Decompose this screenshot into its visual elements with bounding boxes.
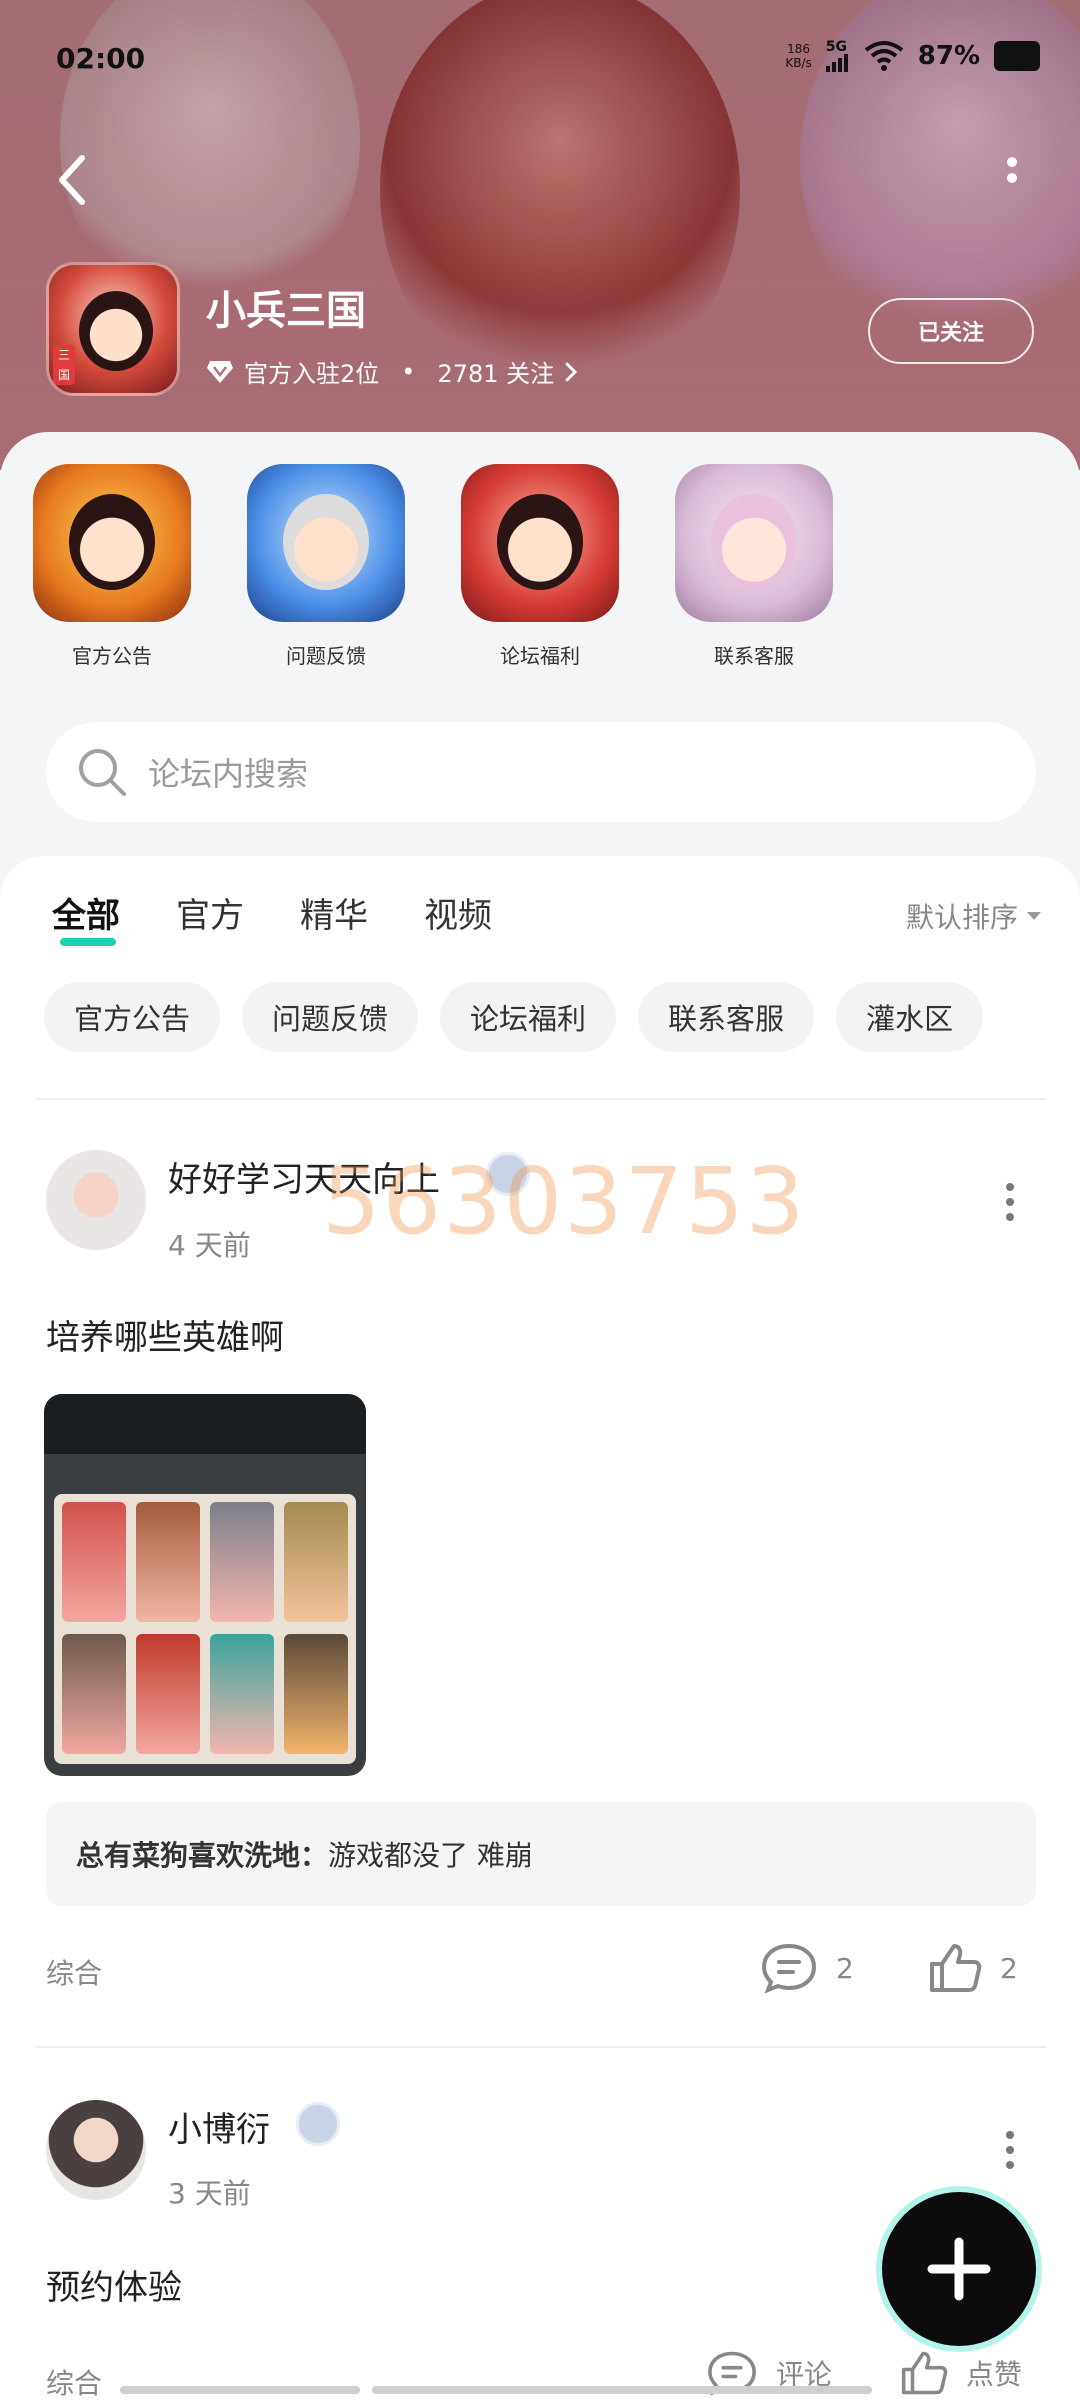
diamond-icon bbox=[207, 360, 233, 383]
post-image[interactable] bbox=[44, 1394, 366, 1776]
post-image-topbar bbox=[44, 1394, 366, 1454]
tab-official[interactable]: 官方 bbox=[176, 888, 244, 937]
post-image-grid bbox=[54, 1494, 356, 1764]
battery-percent: 87% bbox=[917, 41, 980, 71]
shortcut-announcements-image bbox=[33, 464, 191, 622]
post-username[interactable]: 小博衍 bbox=[168, 2102, 270, 2151]
more-vertical-icon bbox=[1006, 2131, 1014, 2169]
tab-label: 精华 bbox=[300, 896, 368, 936]
game-icon-face bbox=[79, 291, 153, 371]
create-post-button[interactable] bbox=[882, 2192, 1036, 2346]
caret-down-icon bbox=[1027, 912, 1041, 920]
forum-header: 02:00 186 KB/s 5G 87% 三国 小兵三国 官方入驻2位 • 2… bbox=[0, 0, 1080, 470]
post-more-button[interactable] bbox=[1004, 2130, 1016, 2170]
shortcut-row: 官方公告 问题反馈 论坛福利 联系客服 bbox=[0, 464, 1080, 684]
post-username[interactable]: 好好学习天天向上 bbox=[168, 1152, 440, 1201]
comment-button[interactable]: 2 bbox=[760, 1942, 854, 1994]
game-name: 小兵三国 bbox=[206, 288, 366, 334]
post-category: 综合 bbox=[46, 2367, 103, 2400]
tab-label: 全部 bbox=[52, 896, 120, 936]
back-button[interactable] bbox=[48, 150, 98, 210]
game-meta: 官方入驻2位 • 2781 关注 bbox=[206, 354, 578, 389]
comment-count: 2 bbox=[836, 1951, 854, 1985]
chip-support[interactable]: 联系客服 bbox=[638, 982, 815, 1052]
chip-welfare[interactable]: 论坛福利 bbox=[440, 982, 617, 1052]
like-count: 2 bbox=[1000, 1951, 1018, 1985]
post-time: 3 天前 bbox=[168, 2177, 251, 2210]
more-vertical-icon bbox=[1007, 157, 1017, 183]
user-level-badge bbox=[486, 1152, 530, 1196]
signal-icon: 5G bbox=[825, 39, 850, 72]
official-rank: 官方入驻2位 bbox=[244, 360, 380, 388]
more-vertical-icon bbox=[1006, 1183, 1014, 1221]
category-chips: 官方公告 问题反馈 论坛福利 联系客服 灌水区 bbox=[44, 982, 984, 1052]
like-button[interactable]: 点赞 bbox=[900, 2350, 1022, 2396]
meta-separator: • bbox=[401, 357, 416, 386]
tab-label: 视频 bbox=[424, 896, 492, 936]
thumbs-up-icon bbox=[901, 2351, 948, 2395]
gesture-bar bbox=[372, 2386, 872, 2394]
game-icon: 三国 bbox=[46, 262, 180, 396]
follow-button[interactable]: 已关注 bbox=[868, 298, 1034, 364]
thumbs-up-icon bbox=[930, 1944, 982, 1992]
game-icon-tag: 三国 bbox=[53, 345, 75, 385]
net-speed-unit: KB/s bbox=[785, 56, 812, 70]
status-icons: 186 KB/s 5G 87% bbox=[785, 40, 1040, 72]
comment-icon bbox=[761, 1943, 817, 1994]
header-more-button[interactable] bbox=[1002, 156, 1022, 200]
shortcut-feedback[interactable]: 问题反馈 bbox=[246, 464, 406, 669]
tab-active-indicator bbox=[60, 938, 116, 946]
sort-label: 默认排序 bbox=[905, 901, 1018, 934]
like-button[interactable]: 2 bbox=[928, 1942, 1018, 1994]
divider bbox=[36, 1098, 1046, 1100]
shortcut-support[interactable]: 联系客服 bbox=[674, 464, 834, 669]
tab-bar: 全部 官方 精华 视频 bbox=[52, 888, 492, 946]
post-title[interactable]: 培养哪些英雄啊 bbox=[46, 1310, 284, 1359]
sort-dropdown[interactable]: 默认排序 bbox=[906, 896, 1042, 936]
chevron-right-icon bbox=[565, 362, 578, 381]
status-time: 02:00 bbox=[56, 42, 146, 75]
followers-count[interactable]: 2781 关注 bbox=[437, 354, 554, 389]
user-level-badge bbox=[296, 2102, 340, 2146]
battery-icon bbox=[994, 41, 1040, 71]
plus-icon bbox=[927, 2237, 991, 2301]
tab-all[interactable]: 全部 bbox=[52, 888, 120, 946]
divider bbox=[36, 2046, 1046, 2048]
post-time: 4 天前 bbox=[168, 1229, 251, 1262]
signal-label: 5G bbox=[825, 39, 847, 55]
shortcut-feedback-image bbox=[247, 464, 405, 622]
post-more-button[interactable] bbox=[1004, 1182, 1016, 1222]
chevron-left-icon bbox=[59, 155, 85, 205]
search-input[interactable]: 论坛内搜索 bbox=[148, 749, 308, 795]
shortcut-label: 论坛福利 bbox=[500, 644, 580, 668]
search-bar[interactable]: 论坛内搜索 bbox=[46, 722, 1036, 822]
post-title[interactable]: 预约体验 bbox=[46, 2260, 182, 2309]
comment-author: 总有菜狗喜欢洗地： bbox=[76, 1839, 329, 1872]
chip-chat[interactable]: 灌水区 bbox=[836, 982, 984, 1052]
shortcut-label: 问题反馈 bbox=[286, 644, 366, 668]
tab-label: 官方 bbox=[176, 896, 244, 936]
search-icon bbox=[79, 749, 126, 796]
avatar[interactable] bbox=[46, 2100, 146, 2200]
tab-video[interactable]: 视频 bbox=[424, 888, 492, 937]
shortcut-label: 联系客服 bbox=[714, 644, 794, 668]
shortcut-welfare[interactable]: 论坛福利 bbox=[460, 464, 620, 669]
chip-feedback[interactable]: 问题反馈 bbox=[242, 982, 419, 1052]
like-label: 点赞 bbox=[966, 2358, 1023, 2391]
comment-text: 游戏都没了 难崩 bbox=[328, 1839, 533, 1872]
tab-featured[interactable]: 精华 bbox=[300, 888, 368, 937]
shortcut-label: 官方公告 bbox=[72, 644, 152, 668]
shortcut-announcements[interactable]: 官方公告 bbox=[32, 464, 192, 669]
top-comment[interactable]: 总有菜狗喜欢洗地： 游戏都没了 难崩 bbox=[46, 1802, 1036, 1906]
status-bar: 02:00 186 KB/s 5G 87% bbox=[0, 30, 1080, 86]
post-category: 综合 bbox=[46, 1957, 103, 1990]
gesture-bar bbox=[120, 2386, 360, 2394]
avatar[interactable] bbox=[46, 1150, 146, 1250]
shortcut-welfare-image bbox=[461, 464, 619, 622]
chip-announcements[interactable]: 官方公告 bbox=[44, 982, 221, 1052]
shortcut-support-image bbox=[675, 464, 833, 622]
net-speed-value: 186 bbox=[787, 42, 811, 56]
net-speed: 186 KB/s bbox=[785, 42, 811, 70]
wifi-icon bbox=[864, 41, 903, 71]
